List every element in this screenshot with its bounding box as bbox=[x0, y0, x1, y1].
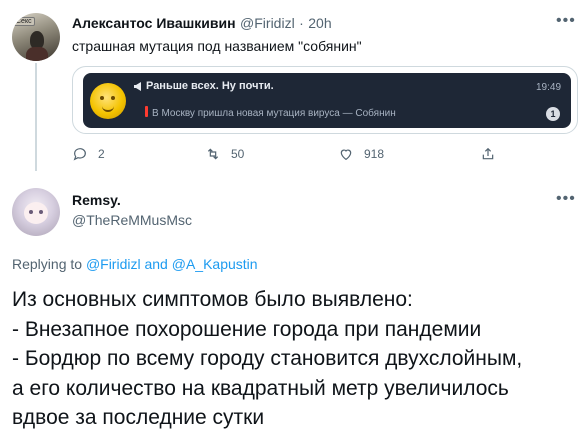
replying-user-link[interactable]: @Firidizl bbox=[86, 256, 141, 272]
replying-prefix: Replying to bbox=[12, 256, 83, 272]
avatar-eye-right bbox=[39, 210, 43, 214]
reply-more-options-icon[interactable]: ••• bbox=[556, 190, 576, 208]
like-count: 918 bbox=[364, 147, 385, 161]
share-icon bbox=[482, 147, 494, 160]
notification-app-icon bbox=[90, 83, 126, 119]
more-options-icon[interactable]: ••• bbox=[556, 12, 576, 30]
reply-text-line: Из основных симптомов было выявлено: bbox=[12, 288, 413, 311]
reply-button[interactable]: 2 bbox=[72, 146, 105, 162]
replying-and: and bbox=[144, 256, 168, 272]
retweet-button[interactable]: 50 bbox=[205, 146, 244, 162]
retweet-count: 50 bbox=[231, 147, 245, 161]
share-button[interactable] bbox=[480, 146, 496, 162]
retweet-icon bbox=[207, 148, 219, 160]
author-avatar[interactable]: Секс bbox=[12, 13, 60, 61]
reply-text-line: - Внезапное похорошение города при панде… bbox=[12, 317, 482, 341]
notification-body: В Москву пришла новая мутация вируса — С… bbox=[152, 108, 396, 119]
author-name[interactable]: Алексантос Ивашкивин bbox=[72, 15, 236, 31]
replying-to-line: Replying to @Firidizl and @A_Kapustin bbox=[12, 256, 258, 272]
reply-text-line: вдвое за последние сутки bbox=[12, 406, 265, 429]
reply-text-line: - Бордюр по всему городу становится двух… bbox=[12, 347, 523, 370]
author-handle[interactable]: @Firidizl bbox=[240, 15, 295, 31]
exclamation-icon bbox=[145, 106, 148, 117]
avatar-face bbox=[24, 202, 48, 224]
tweet-time[interactable]: 20h bbox=[308, 15, 331, 31]
tweet-text: страшная мутация под названием "собянин" bbox=[72, 38, 362, 54]
notification-title: Раньше всех. Ну почти. bbox=[146, 80, 274, 92]
heart-icon bbox=[340, 149, 352, 161]
reply-author-handle[interactable]: @TheReMMusMsc bbox=[72, 212, 192, 228]
tweet-header: Алексантос Ивашкивин @Firidizl · 20h bbox=[72, 15, 332, 33]
avatar-eye-left bbox=[29, 210, 33, 214]
notification-badge: 1 bbox=[546, 107, 560, 121]
reply-author-avatar[interactable] bbox=[12, 188, 60, 236]
megaphone-icon bbox=[133, 79, 144, 97]
thread-connector-line bbox=[35, 63, 37, 171]
reply-text-line: а его количество на квадратный метр увел… bbox=[12, 376, 509, 400]
like-button[interactable]: 918 bbox=[338, 146, 384, 162]
reply-icon bbox=[73, 148, 86, 161]
avatar-figure-body bbox=[26, 47, 48, 61]
reply-text: Из основных симптомов было выявлено: - В… bbox=[12, 285, 582, 433]
replying-user-link[interactable]: @A_Kapustin bbox=[172, 256, 258, 272]
avatar-label: Секс bbox=[13, 17, 35, 26]
time-separator: · bbox=[299, 15, 304, 31]
reply-count: 2 bbox=[98, 147, 105, 161]
notification-time: 19:49 bbox=[536, 82, 562, 93]
reply-author-name[interactable]: Remsy. bbox=[72, 192, 121, 208]
